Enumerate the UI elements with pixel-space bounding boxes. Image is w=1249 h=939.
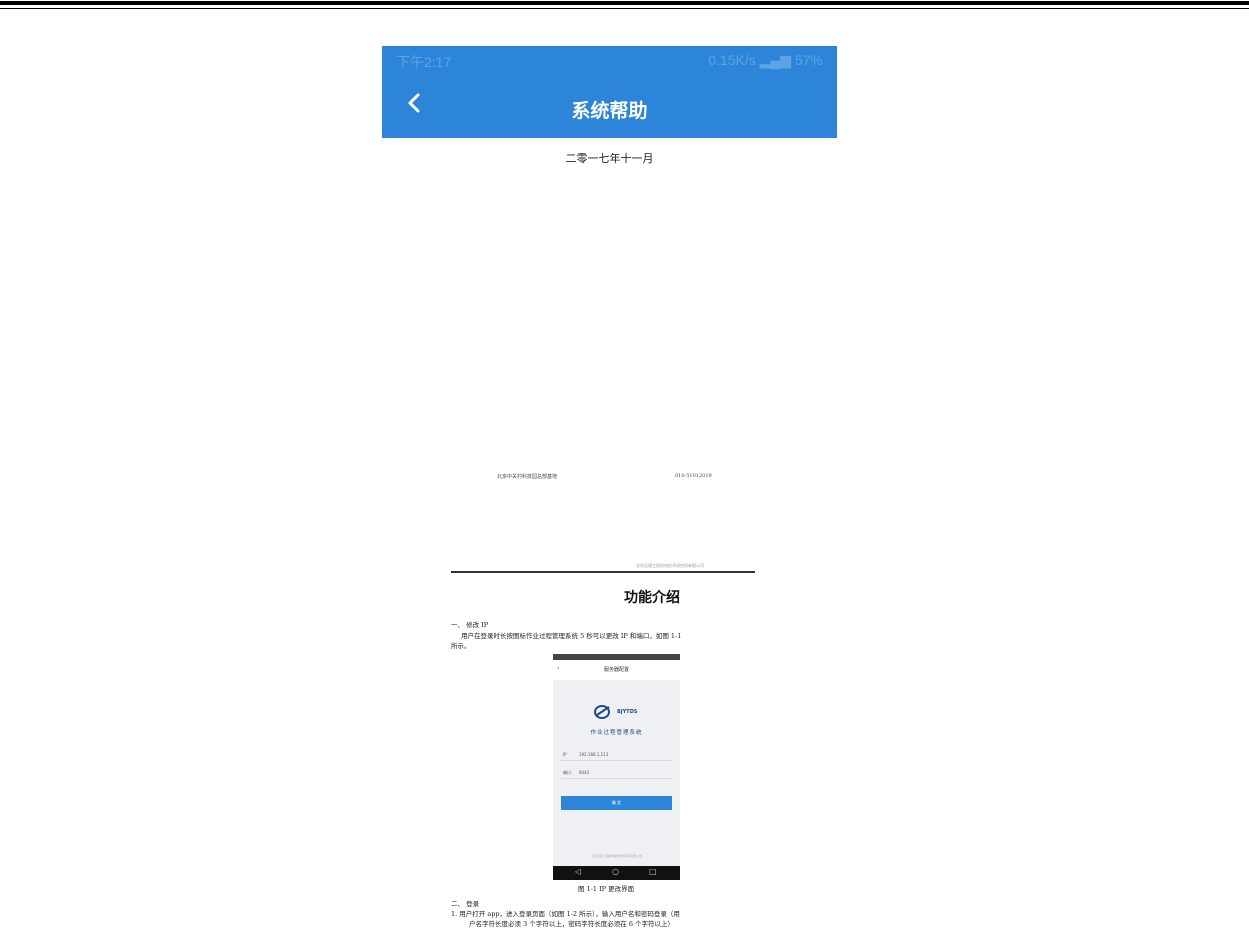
figure-caption: 图 1-1 IP 更改界面	[578, 885, 635, 893]
figure-nav-back-icon: ◁	[575, 867, 582, 876]
document-top-rule-thin	[0, 8, 1249, 9]
document-footer-address: 北京中关村科技园总部基地	[497, 474, 558, 480]
figure-nav-home-icon: ○	[612, 867, 619, 876]
status-bar: 下午2:17 0.15K/s ▂▄▆ 57%	[382, 46, 837, 76]
figure-ip-underline	[561, 760, 673, 761]
document-top-rule	[0, 1, 1249, 5]
figure-footer-company: 北京远通工程机电技术研究所有限公司	[590, 854, 642, 858]
figure-ip-field: 192.168.1.113	[579, 752, 609, 757]
figure-nav-bar: ◁ ○ □	[553, 866, 680, 880]
battery-level: 57%	[794, 52, 823, 68]
item2-text-line2: 户名字符长度必须 3 个字符以上，密码字符长度必须在 6 个字符以上）	[469, 920, 675, 928]
page-header-rule	[451, 571, 755, 573]
status-indicators: 0.15K/s ▂▄▆ 57%	[708, 52, 823, 69]
figure-port-field: 8443	[579, 770, 590, 775]
page-title: 系统帮助	[571, 100, 648, 122]
figure-nav-recent-icon: □	[649, 867, 657, 876]
figure-logo-text: BJYTDS	[617, 709, 638, 715]
status-time: 下午2:17	[396, 54, 452, 70]
figure-confirm-button: 确 定	[561, 796, 672, 810]
app-header: 下午2:17 0.15K/s ▂▄▆ 57% 系统帮助	[382, 46, 837, 138]
figure-ip-label: IP	[563, 752, 567, 757]
document-footer-phone: 010-51012019	[675, 473, 712, 479]
figure-ip-config-screenshot: ‹ 服务器配置 BJYTDS 作业过程管理系统 IP 192.168.1.113…	[553, 654, 680, 880]
network-speed: 0.15K/s	[708, 52, 756, 68]
item2-text-line1: 1. 用户打开 app，进入登录页面（如图 1-2 所示），输入用户名和密码登录…	[451, 910, 680, 918]
item1-text-line1: 用户在登录时长按图标作业过程管理系统 5 秒可以更改 IP 和端口，如图 1-1	[461, 632, 682, 640]
item1-heading: 一、 修改 IP	[451, 621, 489, 629]
figure-screen-title: 服务器配置	[603, 667, 629, 673]
page-header-company: 北京远通工程机电技术研究所有限公司	[636, 563, 704, 568]
section-title: 功能介绍	[624, 590, 680, 606]
item1-text-line2: 所示。	[451, 642, 471, 650]
document-date: 二零一七年十一月	[565, 152, 654, 165]
signal-icon: ▂▄▆	[759, 52, 795, 68]
phone-screen: 下午2:17 0.15K/s ▂▄▆ 57% 系统帮助 二零一七年十一月 北京中…	[382, 46, 837, 939]
figure-system-name: 作业过程管理系统	[590, 730, 643, 736]
figure-port-label: 端口	[563, 770, 571, 775]
figure-port-underline	[561, 778, 673, 779]
item2-heading: 二、 登录	[451, 900, 480, 908]
